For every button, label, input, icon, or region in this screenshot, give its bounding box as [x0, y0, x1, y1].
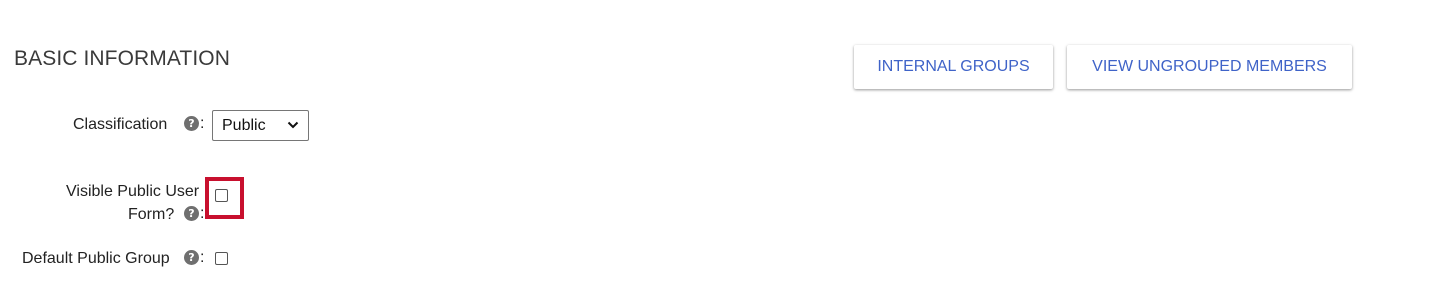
default-public-group-label: Default Public Group: [22, 250, 170, 267]
classification-select-value: Public: [222, 117, 266, 134]
internal-groups-button[interactable]: INTERNAL GROUPS: [854, 45, 1053, 89]
chevron-down-icon: [287, 121, 299, 129]
question-circle-icon[interactable]: ?: [184, 250, 199, 265]
visible-public-user-form-colon: :: [200, 205, 205, 222]
visible-public-user-form-help[interactable]: ?: [184, 203, 199, 226]
question-circle-icon[interactable]: ?: [184, 206, 199, 221]
page: BASIC INFORMATION INTERNAL GROUPS VIEW U…: [0, 0, 1451, 292]
visible-public-user-form-label-line2: Form?: [128, 206, 175, 223]
classification-select[interactable]: Public: [212, 110, 309, 141]
visible-public-user-form-label-line1: Visible Public User: [66, 183, 200, 200]
section-title: BASIC INFORMATION: [14, 47, 230, 70]
question-circle-icon[interactable]: ?: [184, 116, 199, 131]
classification-help[interactable]: ?: [184, 113, 199, 136]
default-public-group-help[interactable]: ?: [184, 247, 199, 270]
classification-colon: :: [200, 115, 205, 132]
default-public-group-checkbox[interactable]: [215, 252, 228, 265]
classification-label: Classification: [73, 116, 168, 133]
default-public-group-colon: :: [200, 249, 205, 266]
highlight-box: [205, 177, 244, 219]
view-ungrouped-members-button[interactable]: VIEW UNGROUPED MEMBERS: [1067, 45, 1352, 89]
